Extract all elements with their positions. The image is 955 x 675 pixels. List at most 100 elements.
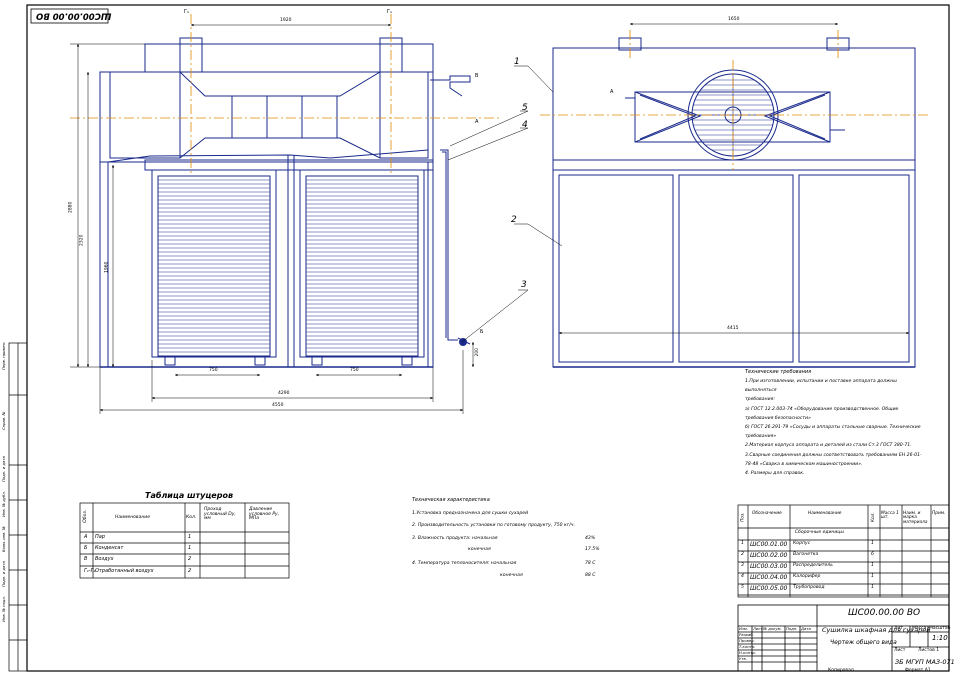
stamp-code: ШС00.00.00 ВО [36,10,112,21]
tech-requirement-line: 1.При изготовлении, испытании и поставке… [745,379,897,384]
nozzle-header-cell: Наименование [115,515,150,520]
title-block-mass: Масса [912,626,927,631]
dim-1960: 1960 [104,261,110,273]
nozzle-cell: 2 [188,556,192,563]
nozzle-cell: А [84,534,88,540]
spec-cell: 2 [741,552,744,557]
tech-requirement-line: 3.Сварные соединения должны соответствов… [745,452,922,458]
title-block-role: Разраб. [739,632,754,637]
tech-characteristics-title: Техническая характеристика [412,497,490,503]
spec-header-cell: Наименование [808,511,842,516]
drawing-sheet: /*placeholder*/ [0,0,955,675]
nozzle-cell: Отработанный воздух [95,567,154,574]
tech-characteristic-label: 4. Температура теплоносителя: начальная [412,561,517,566]
nozzle-header-cell: Обоз. [83,509,89,523]
dim-1920: 1920 [280,18,292,23]
dim-2320: 2320 [79,234,85,246]
title-block-role: Н.контр. [739,650,756,655]
tech-requirements-title: Технические требования [745,369,812,375]
tech-requirement-line: 2.Материал корпуса аппарата и деталей из… [745,443,912,449]
dim-4290: 4290 [278,391,290,396]
title-block-column-label: Лист [753,626,763,631]
callout-4: 4 [522,120,528,130]
spec-cell: Распределитель [793,563,833,568]
tech-characteristic-value: 43% [585,536,596,541]
callout-3: 3 [521,280,527,290]
side-strip-label: Перв. примен. [1,341,6,370]
tech-requirement-line: требования безопасности» [745,415,811,421]
title-block-column-label: № докум. [763,626,782,631]
spec-cell: Корпус [793,541,811,546]
tech-characteristic-label: 1.Установка предназначена для сушки суха… [412,511,529,516]
title-block-scale: 1:10 [932,634,948,642]
title-block-subtitle: Чертеж общего вида [830,639,897,646]
tech-requirement-line: требования» [745,434,777,440]
nozzle-cell: Пар [95,534,105,540]
front-view [99,37,471,368]
dim-2880: 2880 [68,201,74,213]
spec-cell: ШС00.05.00 [750,585,788,592]
dim-750-left: 750 [209,368,218,373]
title-block-sheets: Листов 1 [918,648,940,653]
nozzle-cell: 1 [188,534,192,540]
nozzle-cell: В [84,556,88,563]
marker-g1-right: Г₁ [387,9,393,15]
front-center-lines [70,14,500,175]
title-block-code: ШС00.00.00 ВО [848,608,921,618]
nozzle-header-cell: Кол. [186,515,197,520]
callout-leaders [447,65,563,343]
dim-1650: 1650 [728,17,740,22]
spec-cell: 1 [871,574,874,579]
spec-cell: ШС00.01.00 [750,541,788,548]
marker-a: А [475,119,479,125]
tech-characteristic-label: конечная [468,547,491,552]
nozzle-cell: 1 [188,545,192,552]
side-strip-label: Подп. и дата [1,561,6,587]
spec-header-cell: Масса 1 шт. [881,511,899,521]
marker-b: Б [480,329,484,335]
title-block-column-label: Изм. [739,626,748,631]
spec-cell: Вагонетка [793,552,819,557]
tech-characteristic-value: 88 С [585,573,596,578]
copied-label: Копировал [828,668,854,673]
trolley-left-shelves [158,179,270,353]
nozzle-cell: Г₁-Г₂ [84,567,96,574]
spec-cell: 5 [741,585,744,590]
tech-requirement-line: выполняться [745,388,777,394]
side-strip-label: Взам. инв. № [1,526,6,552]
nozzle-table-title: Таблица штуцеров [145,491,234,500]
tech-requirement-line: 4. Размеры для справок. [745,471,805,476]
sheet-frame [26,4,950,672]
spec-cell: Трубопровод [793,585,825,590]
spec-cell: Калорифер [793,574,821,579]
callout-1: 1 [514,57,520,67]
dim-750-right: 750 [350,368,359,373]
format-label: Формат А1 [905,668,931,673]
tech-requirement-line: 78-48 «Сварка в химическом машиностроени… [745,461,863,467]
title-block-lit: Лит. [894,626,905,631]
side-strip-label: Справ. № [1,411,6,430]
tech-characteristic-value: 17.5% [585,547,600,552]
marker-a-side: А [610,89,614,95]
nozzle-header-cell: Давление условное Ру, МПа [249,507,280,521]
title-block-org: ЗБ МГУП МАЗ-071 [895,658,955,666]
spec-cell: ШС00.04.00 [750,574,788,581]
spec-cell: 1 [871,585,874,590]
spec-cell: 1 [741,541,744,546]
tech-requirement-line: б) ГОСТ 26.291-79 «Сосуды и аппараты ста… [745,425,921,430]
spec-section-label: Сборочные единицы [795,530,844,535]
trolley-right-shelves [306,179,418,353]
side-strip-label: Подп. и дата [1,456,6,482]
nozzle-header-cell: Проход условный Dу, мм [204,507,236,521]
tech-characteristic-value: 78 С [585,561,596,566]
title-block-role: Т.контр. [739,644,756,649]
spec-cell: 1 [871,541,874,546]
title-block-column-label: Дата [801,626,811,631]
spec-cell: 6 [871,552,874,557]
callout-2: 2 [511,215,517,225]
title-block-role: Утв. [739,656,747,661]
left-side-strip [8,342,28,672]
dim-4415: 4415 [727,326,739,331]
nozzle-cell: 2 [188,567,192,574]
nozzle-cell: Б [84,545,88,552]
